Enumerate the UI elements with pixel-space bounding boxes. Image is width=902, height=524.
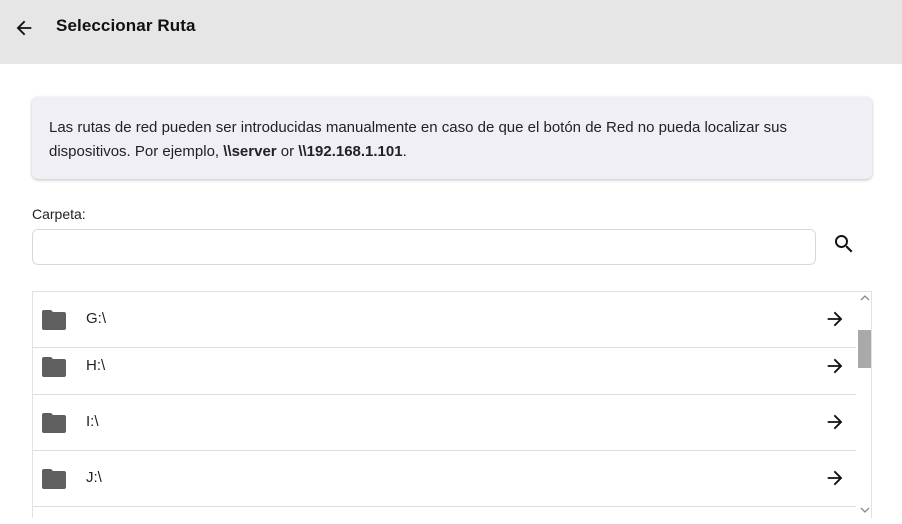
- list-item-h[interactable]: H:\: [33, 339, 856, 395]
- arrow-right-icon[interactable]: [824, 467, 846, 489]
- arrow-right-icon[interactable]: [824, 308, 846, 330]
- list-item-label: H:\: [86, 357, 106, 374]
- folder-icon: [42, 469, 66, 489]
- folder-icon: [42, 413, 66, 433]
- folder-icon: [42, 310, 66, 330]
- scroll-up-icon[interactable]: [860, 294, 870, 302]
- list-item-i[interactable]: I:\: [33, 395, 856, 451]
- arrow-left-icon: [16, 20, 32, 36]
- list-item-label: I:\: [86, 413, 99, 430]
- scroll-down-icon[interactable]: [860, 506, 870, 514]
- search-button[interactable]: [828, 228, 860, 260]
- folder-list: G:\ H:\ I:\ J:\: [32, 291, 872, 518]
- back-button[interactable]: [10, 14, 38, 42]
- list-scrollbar[interactable]: [857, 292, 871, 518]
- info-card: Las rutas de red pueden ser introducidas…: [32, 97, 872, 179]
- search-icon: [835, 235, 853, 253]
- list-item-label: G:\: [86, 310, 107, 327]
- info-text: Las rutas de red pueden ser introducidas…: [49, 119, 787, 160]
- app-header: Seleccionar Ruta: [0, 0, 902, 64]
- list-item-j[interactable]: J:\: [33, 451, 856, 507]
- scrollbar-thumb[interactable]: [858, 330, 871, 368]
- folder-input[interactable]: [32, 229, 816, 265]
- example-ip: \\192.168.1.101: [298, 143, 403, 160]
- folder-icon: [42, 357, 66, 377]
- arrow-right-icon[interactable]: [824, 411, 846, 433]
- example-server: \\server: [223, 143, 277, 160]
- arrow-right-icon[interactable]: [824, 355, 846, 377]
- folder-label: Carpeta:: [32, 206, 86, 222]
- page-title: Seleccionar Ruta: [56, 16, 196, 35]
- list-item-label: J:\: [86, 469, 102, 486]
